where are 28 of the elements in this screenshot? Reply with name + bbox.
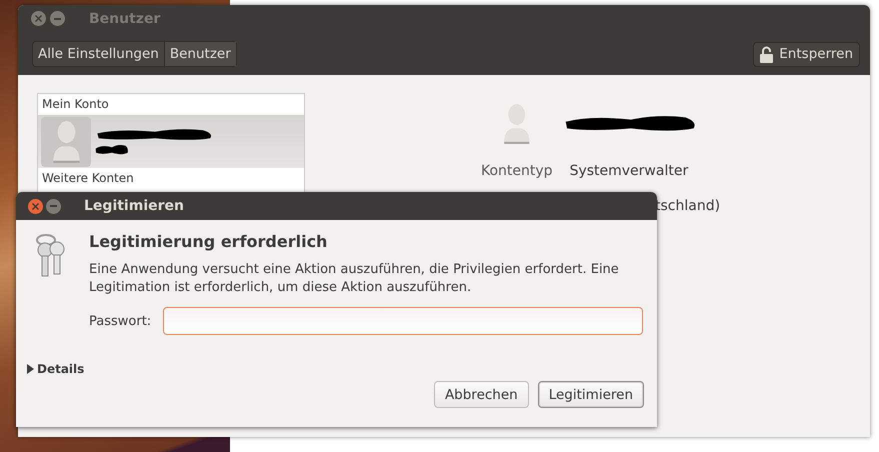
close-button[interactable] — [31, 11, 46, 26]
dialog-button[interactable]: Abbrechen — [434, 381, 529, 408]
dialog-button[interactable]: Legitimieren — [538, 381, 644, 408]
minimize-icon — [50, 205, 57, 207]
field-value: tschland) — [655, 198, 720, 214]
breadcrumb-button[interactable]: Alle Einstellungen — [33, 42, 164, 66]
close-icon — [35, 15, 42, 22]
close-button[interactable] — [28, 198, 43, 214]
window-title: Benutzer — [89, 10, 160, 26]
field-value: Systemverwalter — [570, 163, 688, 179]
section-header: Weitere Konten — [41, 170, 135, 187]
minimize-button[interactable] — [46, 198, 61, 214]
minimize-button[interactable] — [50, 11, 65, 26]
dialog-title: Legitimieren — [84, 198, 184, 214]
unlock-button[interactable]: Entsperren — [753, 42, 860, 66]
lock-icon — [760, 46, 774, 62]
dialog-heading: Legitimierung erforderlich — [89, 232, 328, 251]
field-label: Kontentyp — [481, 163, 553, 179]
user-avatar-icon — [501, 103, 532, 145]
dialog-message: Eine Anwendung versucht eine Aktion auszuführen, die Privilegien erfordert. Eine Legitimation ist erforderlich, um diese Aktion auszuführen. — [89, 261, 620, 297]
breadcrumb-button[interactable]: Benutzer — [164, 42, 236, 66]
section-header: Mein Konto — [41, 96, 110, 113]
account-row[interactable] — [38, 115, 304, 168]
password-label: Passwort: — [89, 314, 152, 328]
details-expander[interactable]: Details — [37, 362, 84, 376]
minimize-icon — [54, 18, 61, 20]
password-field[interactable] — [163, 307, 643, 335]
close-icon — [32, 202, 39, 210]
